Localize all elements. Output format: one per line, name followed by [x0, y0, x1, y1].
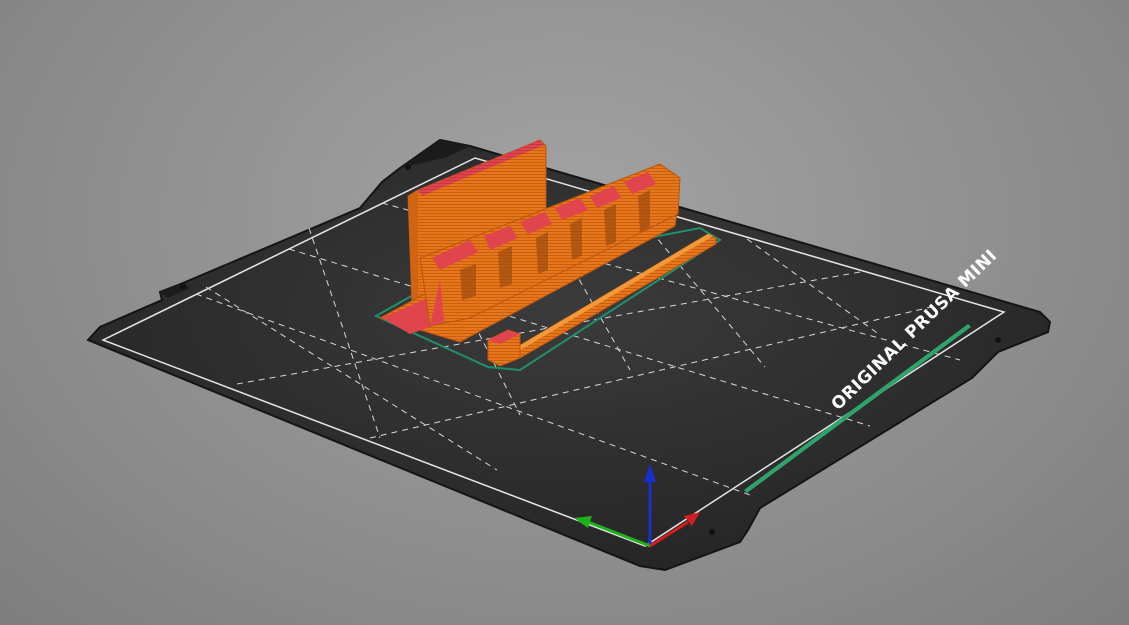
bed-hole	[405, 164, 411, 170]
bed-hole	[995, 337, 1001, 343]
3d-viewport[interactable]: ORIGINAL PRUSA MINI	[0, 0, 1129, 625]
bed-hole	[709, 529, 715, 535]
bed-hole	[180, 283, 186, 289]
